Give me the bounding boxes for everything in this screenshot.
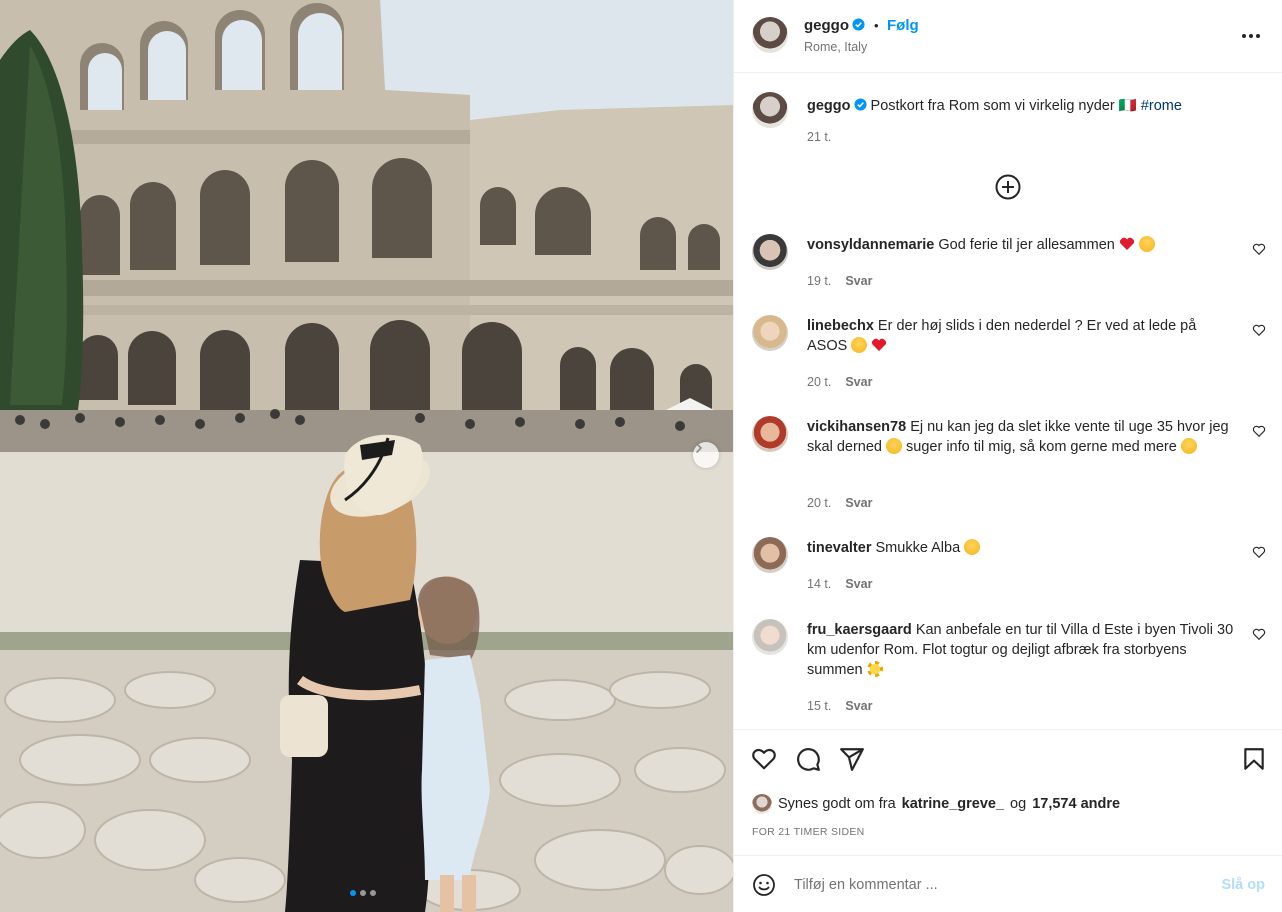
share-paper-plane-icon[interactable]: [839, 746, 865, 772]
liker-username[interactable]: katrine_greve_: [902, 796, 1004, 812]
like-comment-icon[interactable]: [1252, 242, 1266, 256]
like-comment-icon[interactable]: [1252, 627, 1266, 641]
comment-bubble-icon[interactable]: [795, 746, 821, 772]
carousel-dot-2: [360, 890, 366, 896]
likes-prefix: Synes godt om fra: [778, 796, 896, 812]
verified-badge-icon: [853, 98, 867, 111]
comment-item: fru_kaersgaard Kan anbefale en tur til V…: [752, 619, 1266, 719]
comment-timestamp: 19 t.: [807, 274, 832, 288]
liker-avatar[interactable]: [752, 794, 772, 814]
verified-badge-icon: [852, 18, 865, 31]
comment-timestamp: 20 t.: [807, 496, 832, 510]
like-comment-icon[interactable]: [1252, 424, 1266, 438]
save-bookmark-icon[interactable]: [1241, 746, 1267, 772]
post-header: geggo • Følg Rome, Italy: [734, 0, 1282, 73]
red-heart-emoji-icon: [872, 338, 887, 351]
carousel-dots: [350, 890, 376, 896]
post-photo[interactable]: [0, 0, 733, 912]
chevron-right-icon: [696, 443, 703, 453]
colosseum-photo: [0, 0, 733, 912]
location-link[interactable]: Rome, Italy: [804, 40, 867, 54]
comment-item: tinevalter Smukke Alba 14 t. Svar: [752, 537, 1266, 597]
reply-button[interactable]: Svar: [845, 577, 872, 591]
likes-summary: Synes godt om fra katrine_greve_ og 17,5…: [752, 794, 1120, 814]
post-timestamp[interactable]: FOR 21 TIMER SIDEN: [752, 826, 865, 838]
star-struck-emoji-icon: [964, 539, 981, 555]
grinning-emoji-icon: [851, 337, 868, 353]
separator-dot: •: [874, 18, 879, 33]
like-comment-icon[interactable]: [1252, 323, 1266, 337]
load-more-comments-icon[interactable]: [994, 173, 1022, 201]
comment-text-continued: suger info til mig, så kom gerne med mer…: [906, 439, 1177, 455]
comments-list[interactable]: geggo Postkort fra Rom som vi virkelig n…: [734, 74, 1282, 729]
comment-composer: Slå op: [734, 855, 1282, 912]
post-actions: Synes godt om fra katrine_greve_ og 17,5…: [734, 729, 1282, 855]
comment-username[interactable]: fru_kaersgaard: [807, 622, 912, 638]
star-struck-emoji-icon: [886, 438, 902, 454]
caption-timestamp: 21 t.: [807, 130, 832, 144]
comment-username[interactable]: vickihansen78: [807, 419, 906, 435]
more-options-icon[interactable]: [1240, 26, 1262, 46]
commenter-avatar[interactable]: [752, 537, 788, 573]
comment-item: vonsyldannemarie God ferie til jer alles…: [752, 234, 1266, 294]
post-side-panel: geggo • Følg Rome, Italy geggo Postkort …: [733, 0, 1282, 912]
carousel-dot-3: [370, 890, 376, 896]
comment-input[interactable]: [794, 872, 1194, 898]
grinning-emoji-icon: [1180, 438, 1197, 454]
reply-button[interactable]: Svar: [845, 699, 872, 713]
commenter-avatar[interactable]: [752, 315, 788, 351]
red-heart-emoji-icon: [1119, 237, 1134, 250]
comment-item: linebechx Er der høj slids i den nederde…: [752, 315, 1266, 389]
caption-text: Postkort fra Rom som vi virkelig nyder 🇮…: [870, 98, 1137, 114]
like-comment-icon[interactable]: [1252, 545, 1266, 559]
caption-username[interactable]: geggo: [807, 98, 851, 114]
author-avatar[interactable]: [752, 17, 788, 53]
sun-emoji-icon: [866, 661, 883, 677]
commenter-avatar[interactable]: [752, 234, 788, 270]
carousel-dot-1: [350, 890, 356, 896]
emoji-picker-icon[interactable]: [752, 873, 776, 897]
carousel-next-button[interactable]: [693, 442, 719, 468]
comment-timestamp: 15 t.: [807, 699, 832, 713]
comment-username[interactable]: tinevalter: [807, 540, 871, 556]
likes-joiner: og: [1010, 796, 1027, 812]
comment-timestamp: 20 t.: [807, 375, 832, 389]
star-struck-emoji-icon: [1138, 236, 1155, 252]
commenter-avatar[interactable]: [752, 619, 788, 655]
comment-text: God ferie til jer allesammen: [938, 237, 1115, 253]
like-heart-icon[interactable]: [751, 746, 777, 772]
comment-timestamp: 14 t.: [807, 577, 832, 591]
post-comment-button[interactable]: Slå op: [1221, 877, 1265, 893]
comment-text: Smukke Alba: [875, 540, 961, 556]
hashtag-link[interactable]: #rome: [1141, 98, 1182, 114]
caption-avatar[interactable]: [752, 92, 788, 128]
commenter-avatar[interactable]: [752, 416, 788, 452]
comment-username[interactable]: linebechx: [807, 318, 874, 334]
comment-username[interactable]: vonsyldannemarie: [807, 237, 934, 253]
reply-button[interactable]: Svar: [845, 496, 872, 510]
reply-button[interactable]: Svar: [845, 375, 872, 389]
comment-item: vickihansen78 Ej nu kan jeg da slet ikke…: [752, 416, 1266, 510]
follow-button[interactable]: Følg: [887, 17, 919, 34]
author-username[interactable]: geggo: [804, 17, 849, 34]
reply-button[interactable]: Svar: [845, 274, 872, 288]
likes-count[interactable]: 17,574 andre: [1032, 796, 1120, 812]
